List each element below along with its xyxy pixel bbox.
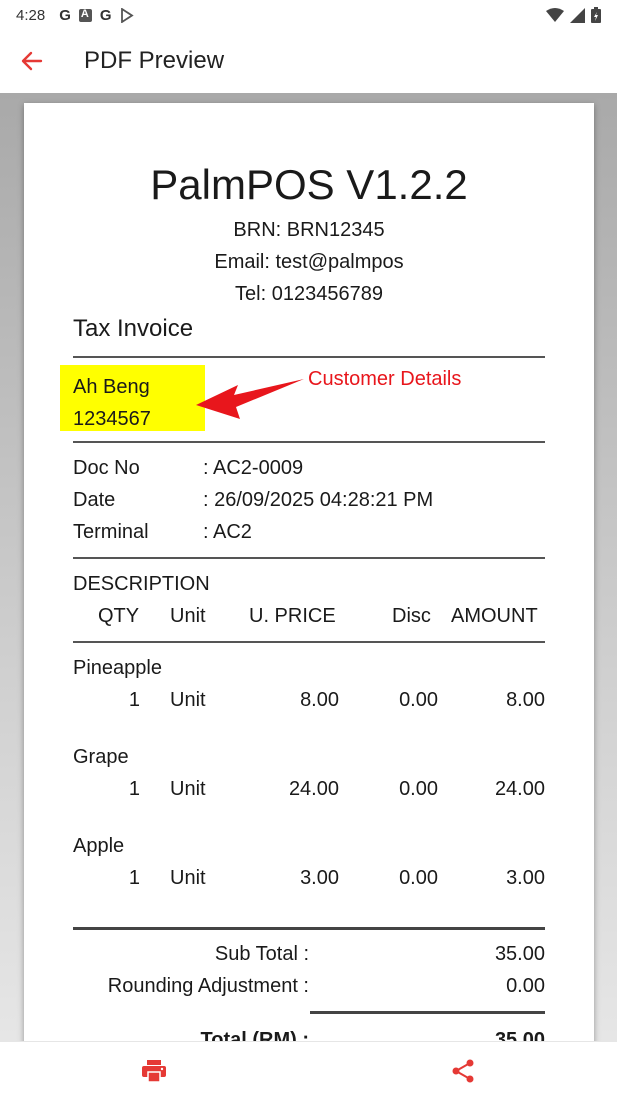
- item-amount: 3.00: [506, 867, 545, 889]
- doc-title: Tax Invoice: [73, 315, 194, 342]
- item-price: 24.00: [288, 778, 339, 800]
- divider: [73, 927, 545, 930]
- page-title: PDF Preview: [84, 47, 225, 74]
- notification-icons: G A G: [59, 6, 134, 24]
- share-icon: [452, 1059, 474, 1083]
- item-qty: 1: [128, 689, 140, 711]
- meta-value: : AC2: [203, 521, 252, 543]
- pdf-page: PalmPOS V1.2.2 BRN: BRN12345 Email: test…: [24, 103, 594, 1041]
- item-disc: 0.00: [399, 867, 438, 889]
- print-button[interactable]: [139, 1056, 169, 1086]
- item-amount: 24.00: [494, 778, 545, 800]
- subtotal-value: 35.00: [494, 943, 545, 965]
- total-label: Total (RM) :: [200, 1029, 310, 1041]
- arrow-back-icon: [21, 51, 43, 71]
- item-amount: 8.00: [506, 689, 545, 711]
- battery-icon: [591, 7, 601, 23]
- header-disc: Disc: [392, 605, 431, 627]
- header-amount: AMOUNT: [451, 605, 538, 627]
- header-unit-price: U. PRICE: [249, 605, 336, 627]
- divider: [73, 441, 545, 443]
- rounding-value: 0.00: [506, 975, 545, 997]
- status-bar: 4:28 G A G: [0, 0, 617, 30]
- header-qty: QTY: [98, 605, 140, 627]
- annotation-label: Customer Details: [308, 368, 462, 390]
- divider: [73, 557, 545, 559]
- divider: [73, 641, 545, 643]
- meta-key: Terminal: [73, 521, 149, 543]
- pdf-viewer[interactable]: PalmPOS V1.2.2 BRN: BRN12345 Email: test…: [0, 93, 617, 1041]
- item-name: Grape: [73, 746, 129, 768]
- wifi-icon: [546, 7, 564, 22]
- item-name: Pineapple: [73, 657, 162, 679]
- meta-key: Date: [73, 489, 116, 511]
- meta-value: : AC2-0009: [203, 457, 304, 479]
- status-time: 4:28: [16, 6, 46, 24]
- email-line: Email: test@palmpos: [214, 251, 404, 273]
- item-qty: 1: [128, 778, 140, 800]
- meta-value: : 26/09/2025 04:28:21 PM: [203, 489, 434, 511]
- annotation-arrow-icon: [196, 379, 304, 419]
- back-button[interactable]: [0, 30, 64, 92]
- google-icon: G: [99, 6, 112, 24]
- customer-name: Ah Beng: [73, 376, 150, 398]
- subtotal-label: Sub Total :: [214, 943, 309, 965]
- bottom-action-bar: [0, 1041, 617, 1098]
- item-price: 3.00: [300, 867, 339, 889]
- item-unit: Unit: [170, 778, 206, 800]
- print-icon: [142, 1060, 166, 1083]
- item-disc: 0.00: [399, 689, 438, 711]
- meta-key: Doc No: [73, 457, 140, 479]
- item-unit: Unit: [170, 689, 206, 711]
- signal-icon: [570, 7, 585, 23]
- app-icon: A: [78, 8, 92, 22]
- play-store-icon: [120, 7, 134, 23]
- header-description: DESCRIPTION: [73, 573, 210, 595]
- app-bar: PDF Preview: [0, 30, 617, 92]
- item-name: Apple: [73, 835, 125, 857]
- customer-phone: 1234567: [73, 408, 151, 430]
- item-disc: 0.00: [399, 778, 438, 800]
- shop-name: PalmPOS V1.2.2: [150, 161, 468, 208]
- share-button[interactable]: [448, 1056, 478, 1086]
- item-price: 8.00: [300, 689, 339, 711]
- item-unit: Unit: [170, 867, 206, 889]
- divider: [73, 356, 545, 358]
- google-icon: G: [59, 6, 71, 24]
- brn-line: BRN: BRN12345: [233, 219, 385, 241]
- rounding-label: Rounding Adjustment :: [107, 975, 309, 997]
- divider: [310, 1011, 545, 1014]
- header-unit: Unit: [170, 605, 206, 627]
- customer-details: Ah Beng 1234567: [60, 365, 205, 431]
- tel-line: Tel: 0123456789: [235, 283, 383, 305]
- total-value: 35.00: [494, 1029, 545, 1041]
- item-qty: 1: [128, 867, 140, 889]
